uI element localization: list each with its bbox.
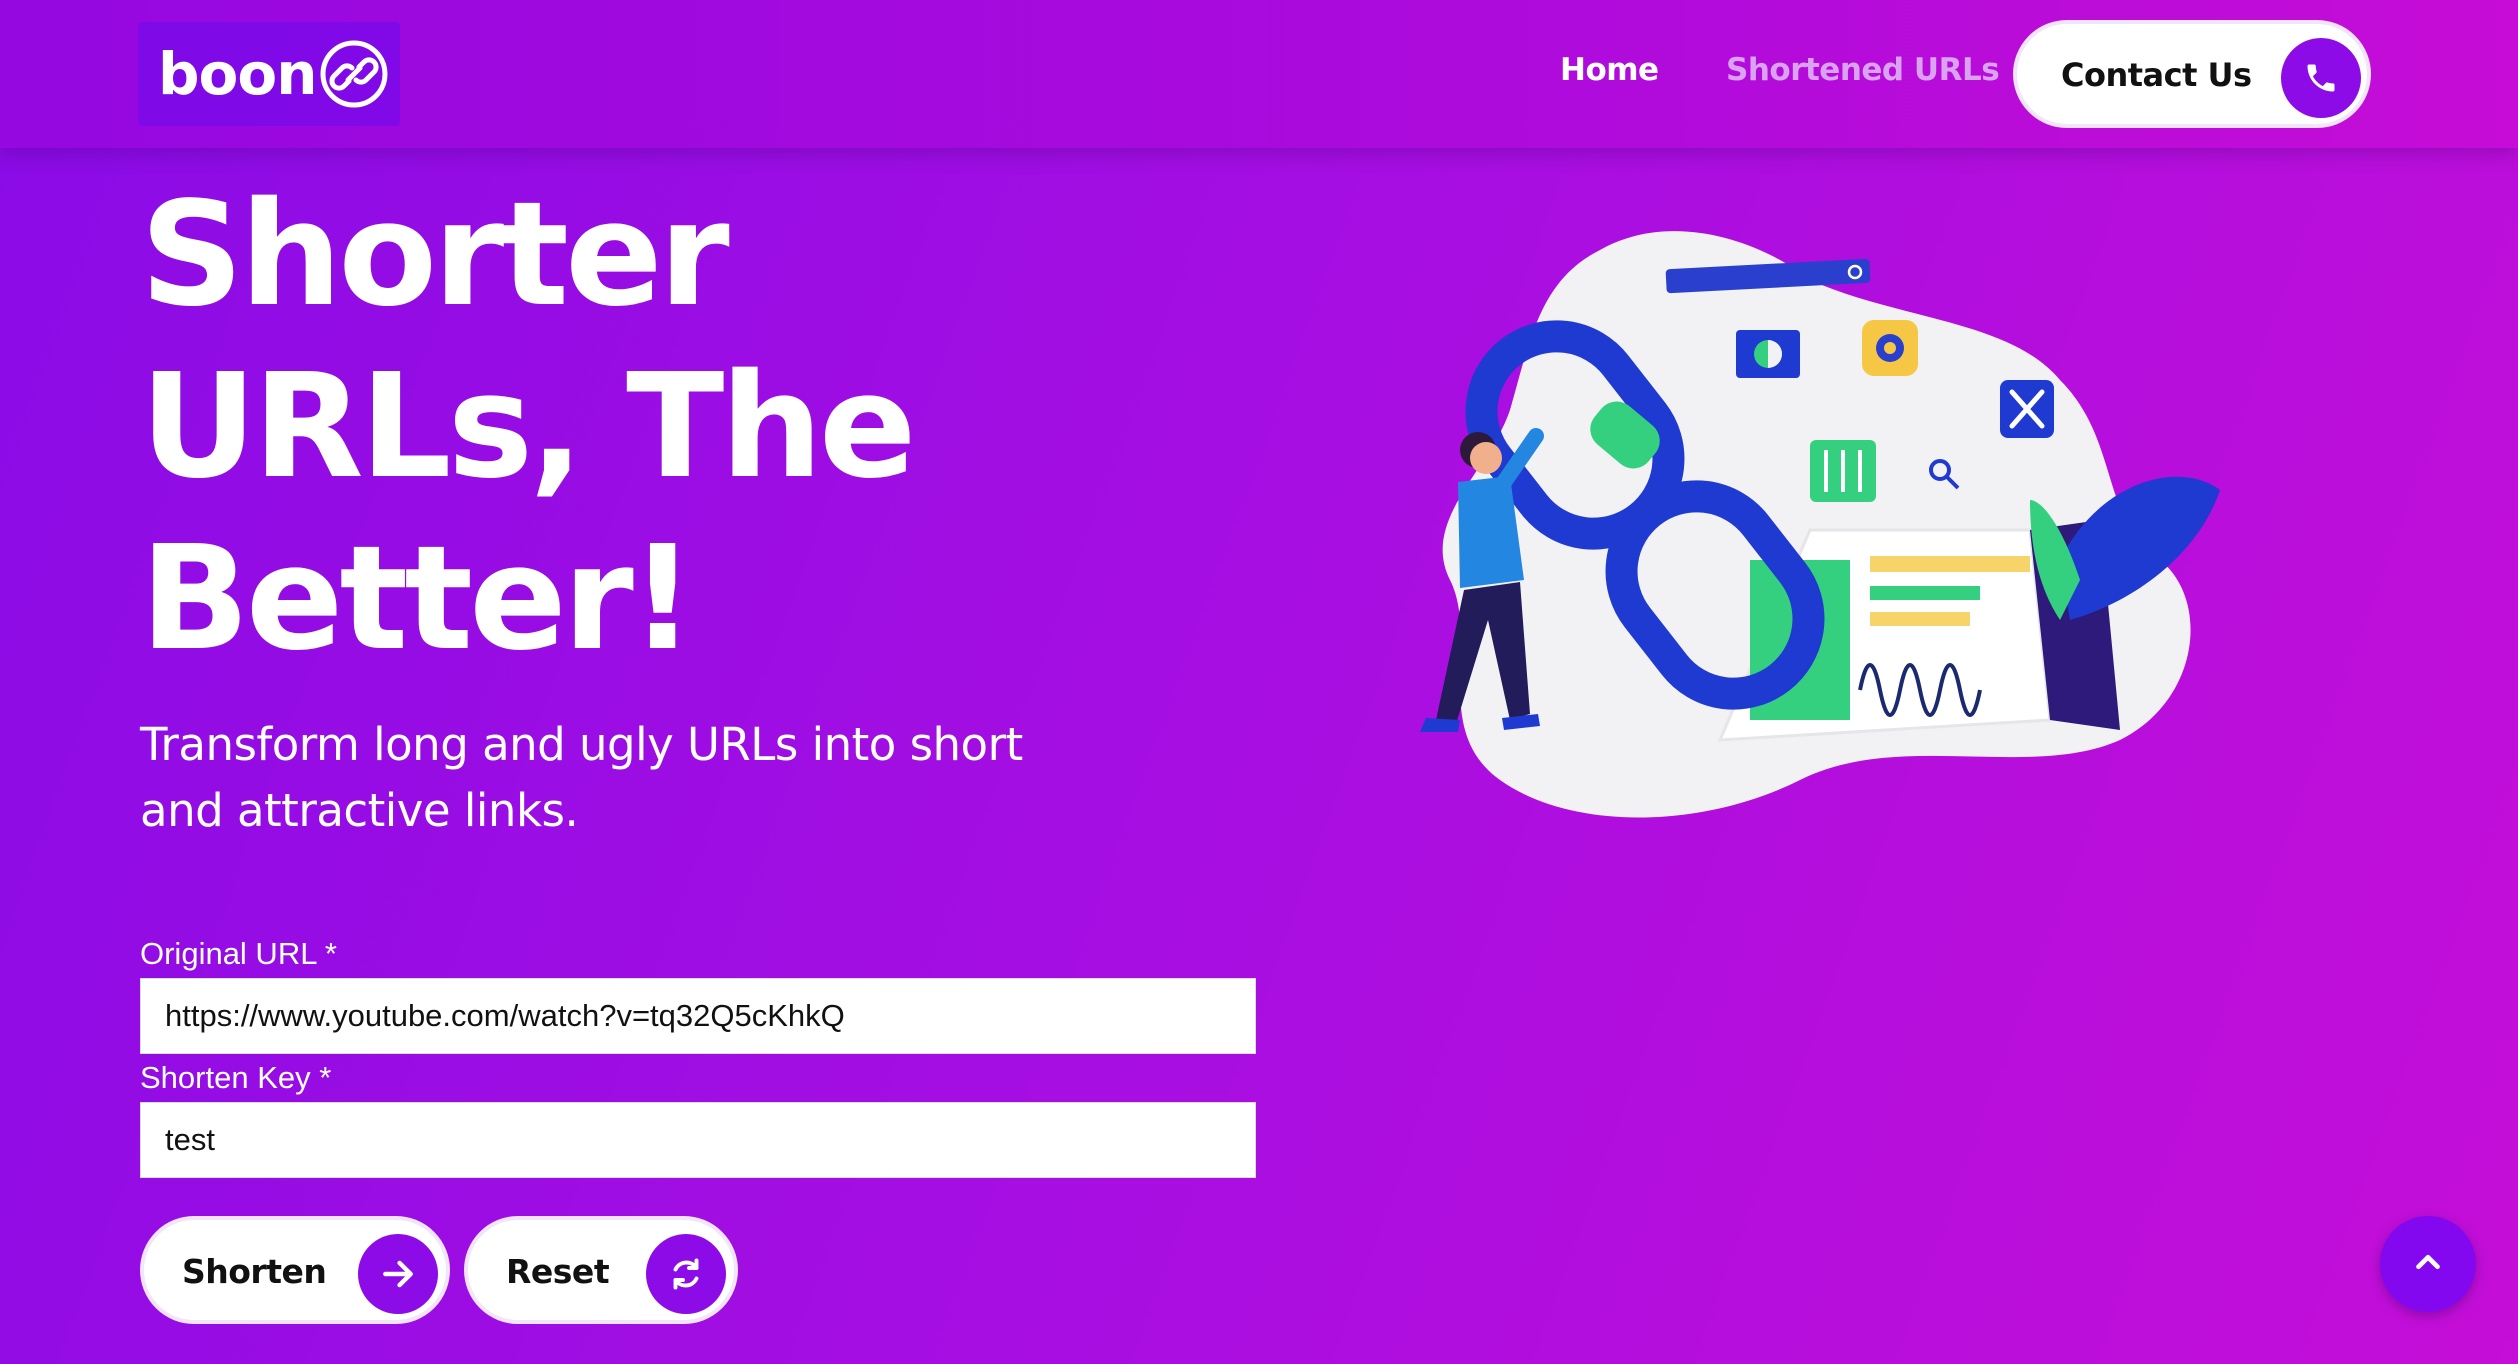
contact-us-button[interactable]: Contact Us — [2013, 20, 2371, 128]
original-url-label: Original URL * — [140, 936, 337, 971]
hero-title: Shorter URLs, The Better! — [140, 168, 1040, 684]
original-url-input[interactable] — [140, 978, 1256, 1054]
top-navbar: boon Home Shortened URLs Contact Us — [0, 0, 2518, 148]
scroll-to-top-button[interactable] — [2380, 1216, 2476, 1312]
hero-title-line-1: Shorter — [140, 170, 730, 338]
logo-text: boon — [158, 40, 318, 108]
phone-icon — [2281, 38, 2361, 118]
nav-shortened-urls-link[interactable]: Shortened URLs — [1726, 52, 2000, 88]
shorten-key-input[interactable] — [140, 1102, 1256, 1178]
reset-button-label: Reset — [506, 1252, 610, 1291]
shorten-key-label: Shorten Key * — [140, 1060, 332, 1095]
hero-subtitle-line-1: Transform long and ugly URLs into short — [140, 718, 1023, 771]
link-icon — [319, 39, 389, 113]
arrow-right-icon — [358, 1234, 438, 1314]
hero-title-line-3: Better! — [140, 514, 695, 682]
nav-home-link[interactable]: Home — [1560, 52, 1659, 88]
refresh-icon — [646, 1234, 726, 1314]
contact-us-label: Contact Us — [2061, 56, 2252, 94]
shorten-button[interactable]: Shorten — [140, 1216, 450, 1324]
brand-logo[interactable]: boon — [138, 22, 400, 126]
hero-illustration — [1340, 220, 2240, 844]
hero-subtitle: Transform long and ugly URLs into short … — [140, 712, 1060, 844]
hero-subtitle-line-2: and attractive links. — [140, 784, 579, 837]
hero-title-line-2: URLs, The — [140, 342, 917, 510]
chevron-up-icon — [2409, 1243, 2447, 1285]
shorten-button-label: Shorten — [182, 1252, 327, 1291]
reset-button[interactable]: Reset — [464, 1216, 738, 1324]
